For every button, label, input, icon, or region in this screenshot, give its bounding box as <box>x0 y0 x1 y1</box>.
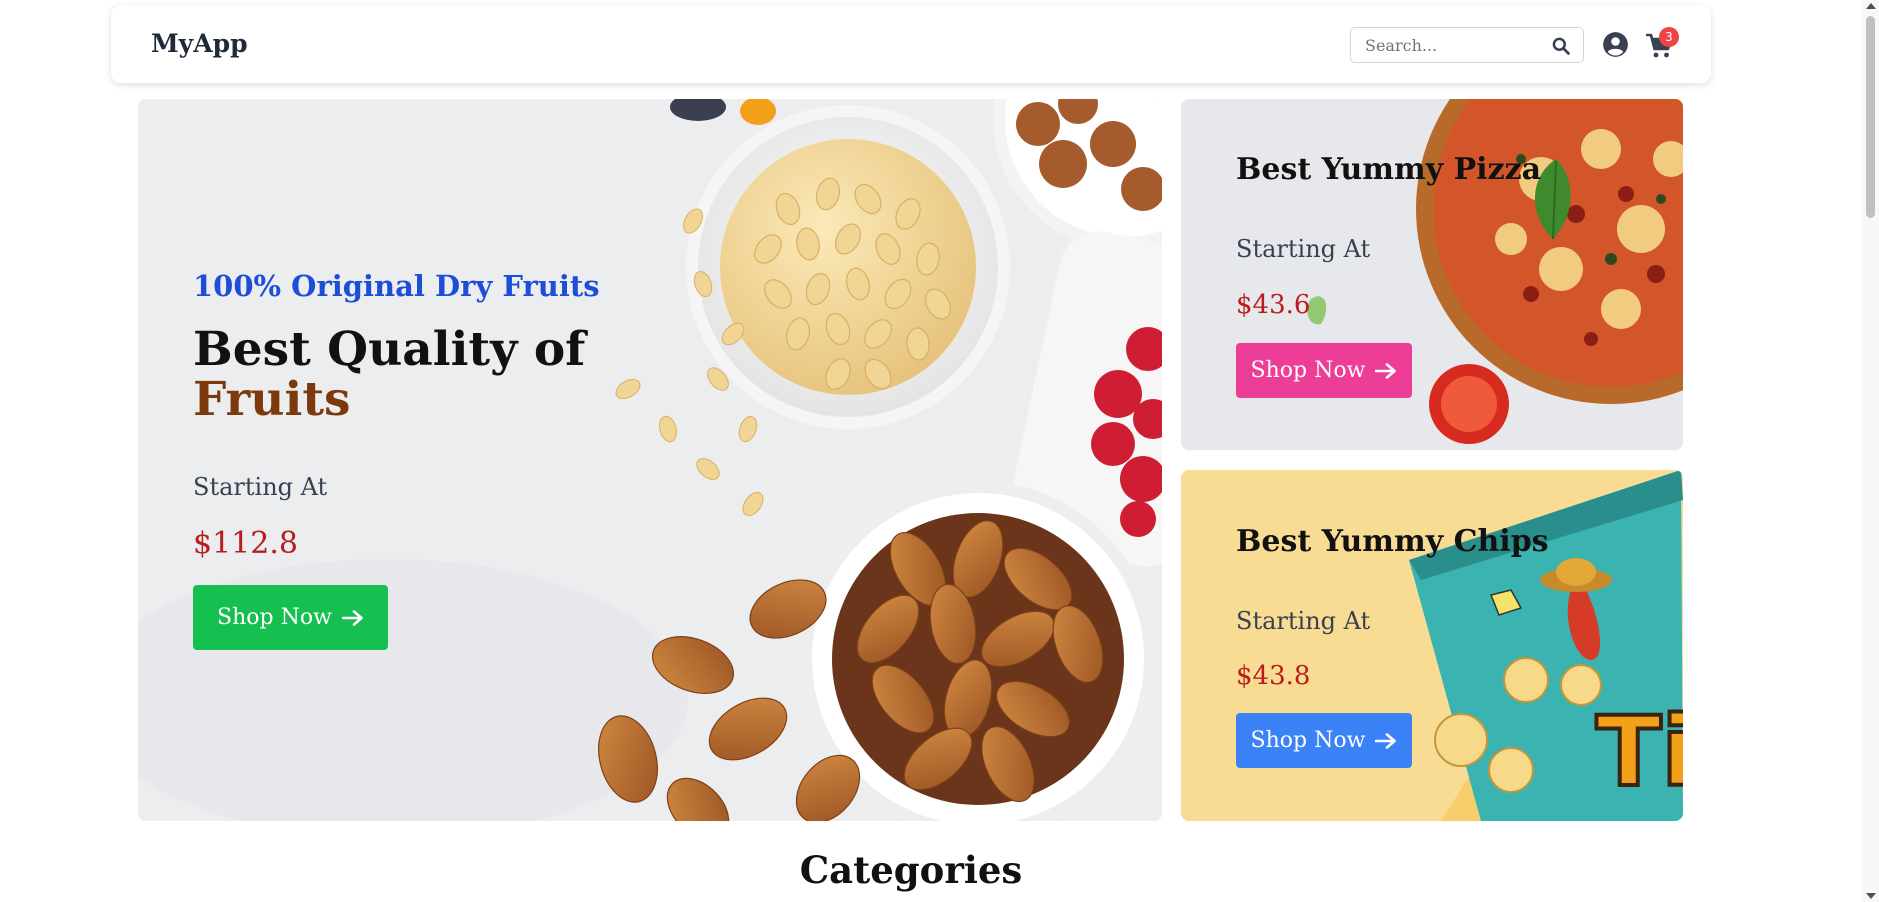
chips-starting-label: Starting At <box>1236 607 1371 635</box>
arrow-right-icon <box>341 609 363 626</box>
arrow-right-icon <box>1375 732 1397 749</box>
cart-button[interactable]: 3 <box>1646 27 1686 63</box>
pizza-starting-label: Starting At <box>1236 235 1371 263</box>
hero-dry-fruits-content: 100% Original Dry Fruits Best Quality of… <box>138 99 1162 821</box>
scroll-down-arrow-icon[interactable] <box>1866 893 1876 899</box>
hero-title-line1: Best Quality of <box>193 322 586 377</box>
cart-count-badge: 3 <box>1659 27 1679 47</box>
search-icon[interactable] <box>1551 36 1571 56</box>
scrollbar[interactable] <box>1862 0 1879 902</box>
brand-logo[interactable]: MyApp <box>151 5 248 83</box>
search-input[interactable] <box>1365 28 1545 62</box>
chips-price: $43.8 <box>1236 661 1311 691</box>
hero-dry-fruits-card: 100% Original Dry Fruits Best Quality of… <box>138 99 1162 821</box>
shop-now-label: Shop Now <box>217 605 332 630</box>
shop-now-button-pizza[interactable]: Shop Now <box>1236 343 1412 398</box>
pizza-price: $43.6 <box>1236 290 1311 320</box>
navbar: MyApp 3 <box>111 5 1711 83</box>
categories-heading: Categories <box>799 848 1023 892</box>
hero-title: Best Quality of Fruits <box>193 325 613 425</box>
scrollbar-thumb[interactable] <box>1866 16 1875 218</box>
hero-pizza-card: Best Yummy Pizza Starting At $43.6 Shop … <box>1181 99 1683 450</box>
shop-now-button-chips[interactable]: Shop Now <box>1236 713 1412 768</box>
hero-subtitle: 100% Original Dry Fruits <box>193 269 600 303</box>
hero-pizza-content: Best Yummy Pizza Starting At $43.6 Shop … <box>1181 99 1683 450</box>
chips-title: Best Yummy Chips <box>1236 524 1549 559</box>
hero-price: $112.8 <box>193 526 298 561</box>
user-circle-icon[interactable] <box>1602 31 1629 58</box>
shop-now-label: Shop Now <box>1250 358 1366 383</box>
search-bar <box>1350 27 1584 63</box>
arrow-right-icon <box>1375 362 1397 379</box>
hero-chips-content: Best Yummy Chips Starting At $43.8 Shop … <box>1181 470 1683 821</box>
shop-now-button-dry-fruits[interactable]: Shop Now <box>193 585 388 650</box>
hero-chips-card: Ti Best Yummy Chips Starting At $43.8 Sh… <box>1181 470 1683 821</box>
hero-starting-label: Starting At <box>193 473 328 501</box>
shop-now-label: Shop Now <box>1250 728 1366 753</box>
scroll-up-arrow-icon[interactable] <box>1866 3 1876 9</box>
pizza-title: Best Yummy Pizza <box>1236 152 1542 187</box>
hero-title-accent: Fruits <box>193 372 351 427</box>
